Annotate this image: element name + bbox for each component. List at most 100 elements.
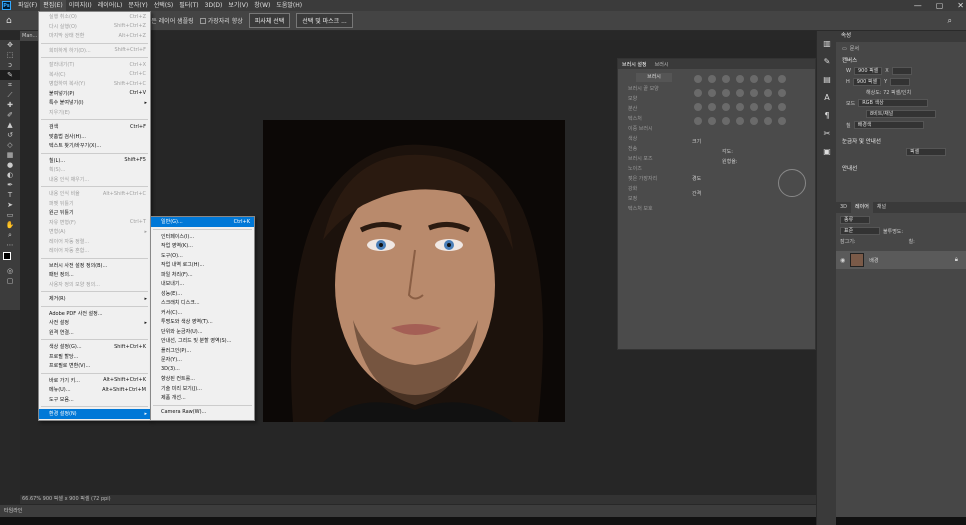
- blur-tool-icon[interactable]: ●: [0, 160, 20, 170]
- brush-option-item[interactable]: 분산: [622, 105, 684, 112]
- select-and-mask-button[interactable]: 선택 및 마스크 ...: [296, 13, 353, 28]
- menu-item[interactable]: 내보내기...: [151, 279, 254, 289]
- tab-channels[interactable]: 채널: [873, 202, 890, 213]
- fill-select[interactable]: 배경색: [853, 121, 924, 129]
- type-tool-icon[interactable]: T: [0, 190, 20, 200]
- select-subject-button[interactable]: 피사체 선택: [248, 13, 291, 28]
- menu-1[interactable]: 편집(E): [40, 0, 66, 11]
- more-tools-icon[interactable]: ⋯: [0, 240, 20, 250]
- brush-option-item[interactable]: 젖은 가장자리: [622, 175, 684, 182]
- stamp-tool-icon[interactable]: ▲: [0, 120, 20, 130]
- height-field[interactable]: 900 픽셀: [852, 78, 882, 86]
- menu-item[interactable]: 제거(R) ▸: [39, 294, 150, 304]
- menu-item[interactable]: 스크래치 디스크...: [151, 298, 254, 308]
- width-field[interactable]: 900 픽셀: [853, 67, 883, 75]
- x-field[interactable]: [891, 67, 912, 75]
- menu-item[interactable]: 퍼펫 뒤틀기: [39, 199, 150, 209]
- menu-item[interactable]: 붙여넣기(P) Ctrl+V: [39, 89, 150, 99]
- menu-item[interactable]: 마지막 상태 전환 Alt+Ctrl+Z: [39, 31, 150, 41]
- menu-item[interactable]: 도구(O)...: [151, 251, 254, 261]
- brush-tool-icon[interactable]: ✐: [0, 110, 20, 120]
- menu-item[interactable]: 패턴 정의...: [39, 270, 150, 280]
- y-field[interactable]: [890, 78, 911, 86]
- quick-mask-icon[interactable]: ◎: [0, 266, 20, 276]
- tab-brushes[interactable]: 브러시: [651, 61, 673, 68]
- brush-option-item[interactable]: 보정: [622, 195, 684, 202]
- menu-item[interactable]: 단위와 눈금자(U)...: [151, 327, 254, 337]
- brush-option-item[interactable]: 색상: [622, 135, 684, 142]
- menu-item[interactable]: 변형(A) ▸: [39, 227, 150, 237]
- menu-item[interactable]: 잘라내기(T) Ctrl+X: [39, 60, 150, 70]
- menu-item[interactable]: Adobe PDF 사전 설정...: [39, 309, 150, 319]
- healing-tool-icon[interactable]: ✚: [0, 100, 20, 110]
- menu-item[interactable]: 안내선, 그리드 및 분할 영역(S)...: [151, 336, 254, 346]
- menu-item[interactable]: 메뉴(U)... Alt+Shift+Ctrl+M: [39, 385, 150, 395]
- hand-tool-icon[interactable]: ✋: [0, 220, 20, 230]
- menu-7[interactable]: 3D(D): [202, 0, 226, 11]
- menu-item[interactable]: 병합하여 복사(Y) Shift+Ctrl+C: [39, 79, 150, 89]
- menu-4[interactable]: 문자(Y): [125, 0, 150, 11]
- menu-item[interactable]: 레이어 자동 정렬...: [39, 237, 150, 247]
- bit-depth-select[interactable]: 8비트/채널: [866, 110, 936, 118]
- color-swatches[interactable]: [0, 250, 20, 266]
- menu-item[interactable]: 일반(G)... Ctrl+K: [151, 217, 254, 227]
- menu-item[interactable]: 프로필로 변환(V)...: [39, 361, 150, 371]
- layer-row[interactable]: ◉ 배경 🔒︎: [836, 251, 966, 269]
- shape-tool-icon[interactable]: ▭: [0, 210, 20, 220]
- menu-8[interactable]: 보기(V): [225, 0, 251, 11]
- menu-item[interactable]: 문자(Y)...: [151, 355, 254, 365]
- move-tool-icon[interactable]: ✥: [0, 40, 20, 50]
- tab-3d[interactable]: 3D: [836, 202, 851, 213]
- path-select-icon[interactable]: ➤: [0, 200, 20, 210]
- menu-item[interactable]: 작업 내역 로그(H)...: [151, 260, 254, 270]
- menu-item[interactable]: 내용 인식 채우기...: [39, 175, 150, 185]
- menu-item[interactable]: 레이어 자동 혼합...: [39, 246, 150, 256]
- menu-item[interactable]: Camera Raw(W)...: [151, 408, 254, 418]
- menu-item[interactable]: 환경 설정(N) ▸: [39, 409, 150, 419]
- visibility-eye-icon[interactable]: ◉: [840, 257, 845, 264]
- menu-item[interactable]: 바로 가기 키... Alt+Shift+Ctrl+K: [39, 376, 150, 386]
- tools-settings-icon[interactable]: ✂: [817, 127, 837, 139]
- eraser-tool-icon[interactable]: ◇: [0, 140, 20, 150]
- menu-item[interactable]: 맞춤법 검사(H)...: [39, 132, 150, 142]
- enhance-edge-checkbox[interactable]: 가장자리 향상: [199, 16, 243, 25]
- menu-item[interactable]: 3D(3)...: [151, 365, 254, 375]
- menu-item[interactable]: 칠(L)... Shift+F5: [39, 156, 150, 166]
- crop-tool-icon[interactable]: ⌗: [0, 80, 20, 90]
- brush-option-item[interactable]: 텍스처 보호: [622, 205, 684, 212]
- mode-select[interactable]: RGB 색상: [858, 99, 929, 107]
- menu-10[interactable]: 도움말(H): [273, 0, 305, 11]
- menu-item[interactable]: 획(S)...: [39, 165, 150, 175]
- menu-6[interactable]: 필터(T): [176, 0, 201, 11]
- home-icon[interactable]: ⌂: [6, 16, 12, 26]
- tab-brush-settings[interactable]: 브러시 설정: [618, 61, 651, 68]
- adjust-icon[interactable]: ▤: [817, 73, 837, 85]
- menu-item[interactable]: 원격 연결...: [39, 328, 150, 338]
- brushes-button[interactable]: 브러시: [636, 73, 672, 82]
- menu-item[interactable]: 텍스트 찾기/바꾸기(X)...: [39, 141, 150, 151]
- minimize-button[interactable]: —: [914, 0, 922, 11]
- units-select[interactable]: 픽셀: [906, 148, 946, 156]
- menu-item[interactable]: 기술 미리 보기(J)...: [151, 384, 254, 394]
- brush-option-item[interactable]: 전송: [622, 145, 684, 152]
- brush-option-item[interactable]: 강화: [622, 185, 684, 192]
- menu-5[interactable]: 선택(S): [151, 0, 177, 11]
- menu-item[interactable]: 사전 설정 ▸: [39, 318, 150, 328]
- menu-item[interactable]: 자유 변형(F) Ctrl+T: [39, 218, 150, 228]
- lasso-tool-icon[interactable]: ↄ: [0, 60, 20, 70]
- paragraph-icon[interactable]: ¶: [817, 109, 837, 121]
- menu-item[interactable]: 플러그인(P)...: [151, 346, 254, 356]
- brush-option-item[interactable]: 텍스처: [622, 115, 684, 122]
- menu-item[interactable]: 프로필 할당...: [39, 352, 150, 362]
- menu-item[interactable]: 색상 설정(G)... Shift+Ctrl+K: [39, 342, 150, 352]
- menu-item[interactable]: 성능(E)...: [151, 289, 254, 299]
- menu-item[interactable]: 향상된 컨트롤...: [151, 374, 254, 384]
- menu-item[interactable]: 특수 붙여넣기(I) ▸: [39, 98, 150, 108]
- search-icon[interactable]: ⌕: [948, 16, 952, 26]
- menu-item[interactable]: 파일 처리(F)...: [151, 270, 254, 280]
- tab-layers[interactable]: 레이어: [851, 202, 873, 213]
- menu-item[interactable]: 투명도와 색상 영역(T)...: [151, 317, 254, 327]
- tab-properties[interactable]: 속성: [836, 31, 966, 42]
- close-button[interactable]: ✕: [957, 0, 964, 11]
- layer-comps-icon[interactable]: ▣: [817, 145, 837, 157]
